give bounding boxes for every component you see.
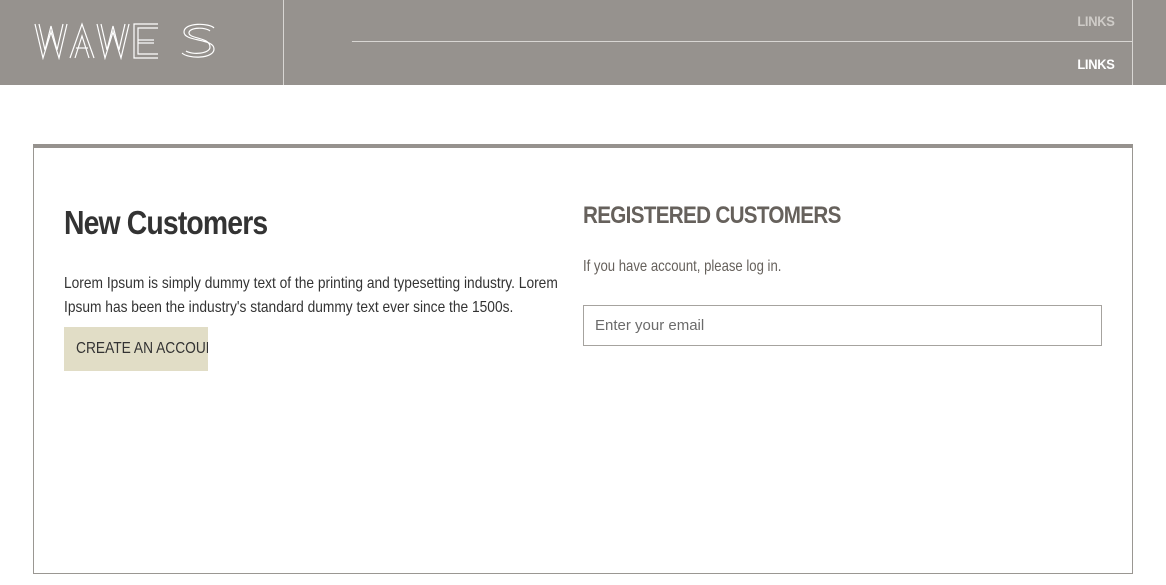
links-link-bottom[interactable]: LINKS [352,43,1133,85]
new-customers-title: New Customers [64,204,268,241]
registered-customers-title: REGISTERED CUSTOMERS [583,202,841,229]
create-account-button-label: CREATE AN ACCOUNT [76,340,208,357]
links-link-top[interactable]: LINKS [351,0,1133,42]
login-instructions: If you have account, please log in. [583,258,782,275]
logo-area[interactable] [0,0,284,85]
email-field[interactable] [583,305,1102,346]
new-customers-description: Lorem Ipsum is simply dummy text of the … [64,275,558,316]
account-panel: New Customers Lorem Ipsum is simply dumm… [33,144,1133,574]
create-account-button[interactable]: CREATE AN ACCOUNT [64,327,208,371]
top-header: LINKS LINKS [0,0,1166,85]
nav-links: LINKS LINKS [284,0,1133,85]
wawes-logo [34,22,215,60]
